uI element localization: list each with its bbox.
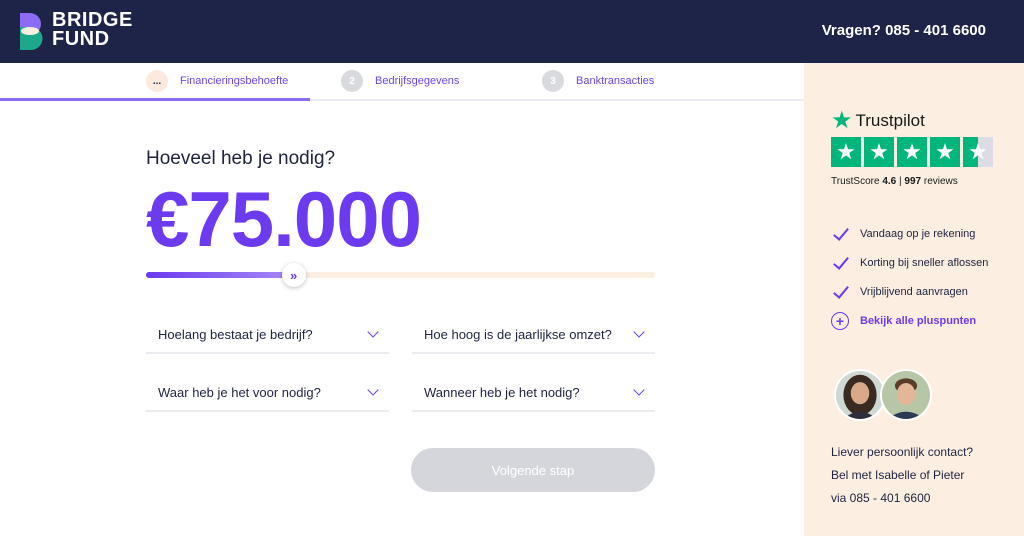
perk-item: Vrijblijvend aanvragen bbox=[831, 283, 1021, 301]
step-financieringsbehoefte[interactable]: ... Financieringsbehoefte bbox=[146, 70, 288, 92]
timing-select[interactable]: Wanneer heb je het nodig? bbox=[412, 374, 655, 412]
next-step-button[interactable]: Volgende stap bbox=[411, 448, 655, 492]
amount-value[interactable]: €75.000 bbox=[146, 176, 422, 262]
select-label: Waar heb je het voor nodig? bbox=[158, 384, 321, 400]
star-icon: ★ bbox=[897, 137, 927, 167]
sidebar: ★ Trustpilot ★ ★ ★ ★ ★ TrustScore 4.6 | … bbox=[804, 63, 1024, 536]
perk-item: Vandaag op je rekening bbox=[831, 225, 1021, 243]
trustpilot-star-icon: ★ bbox=[831, 107, 853, 134]
perk-label: Korting bij sneller aflossen bbox=[860, 257, 989, 269]
trustpilot-logo[interactable]: ★ Trustpilot bbox=[831, 109, 925, 133]
step-badge: 3 bbox=[542, 70, 564, 92]
star-icon: ★ bbox=[831, 137, 861, 167]
purpose-select[interactable]: Waar heb je het voor nodig? bbox=[146, 374, 389, 412]
step-badge: 2 bbox=[341, 70, 363, 92]
logo-text: BRIDGE FUND bbox=[52, 10, 133, 50]
star-icon: ★ bbox=[864, 137, 894, 167]
trustpilot-rating-stars: ★ ★ ★ ★ ★ bbox=[831, 137, 996, 167]
reviews-label: reviews bbox=[923, 176, 958, 187]
step-banktransacties[interactable]: 3 Banktransacties bbox=[542, 70, 654, 92]
avatar-pieter bbox=[880, 369, 932, 421]
bridgefund-logo[interactable]: BRIDGE FUND bbox=[18, 10, 132, 51]
contact-line-phone[interactable]: via 085 - 401 6600 bbox=[831, 487, 973, 510]
contact-line: Bel met Isabelle of Pieter bbox=[831, 468, 965, 482]
half-star-icon: ★ bbox=[963, 137, 993, 167]
amount-question: Hoeveel heb je nodig? bbox=[146, 148, 336, 169]
step-label: Bedrijfsgegevens bbox=[375, 75, 460, 87]
chevron-down-icon bbox=[633, 326, 645, 338]
check-icon bbox=[831, 254, 849, 272]
trustscore-value: 4.6 bbox=[882, 176, 897, 187]
chevron-down-icon bbox=[633, 384, 645, 396]
slider-handle[interactable]: » bbox=[281, 263, 306, 287]
avatar-isabelle bbox=[834, 369, 886, 421]
advisor-avatars bbox=[834, 369, 934, 423]
top-header: BRIDGE FUND Vragen? 085 - 401 6600 bbox=[0, 0, 1024, 63]
check-icon bbox=[831, 225, 849, 243]
trustpilot-name: Trustpilot bbox=[855, 111, 925, 130]
stepper-progress-bar bbox=[0, 98, 310, 101]
progress-stepper: ... Financieringsbehoefte 2 Bedrijfsgege… bbox=[0, 63, 804, 101]
reviews-count: 997 bbox=[904, 176, 922, 187]
chevron-down-icon bbox=[367, 326, 379, 338]
check-icon bbox=[831, 283, 849, 301]
contact-line: Liever persoonlijk contact? bbox=[831, 445, 974, 459]
amount-slider[interactable]: » bbox=[146, 263, 655, 287]
logo-line-2: FUND bbox=[52, 28, 110, 50]
step-label: Financieringsbehoefte bbox=[180, 75, 289, 87]
trustscore-text: TrustScore 4.6 | 997 reviews bbox=[831, 176, 958, 187]
annual-revenue-select[interactable]: Hoe hoog is de jaarlijkse omzet? bbox=[412, 316, 655, 354]
perk-label: Vandaag op je rekening bbox=[860, 228, 976, 240]
logo-mark-icon bbox=[20, 13, 43, 50]
step-label: Banktransacties bbox=[576, 75, 655, 87]
select-label: Hoe hoog is de jaarlijkse omzet? bbox=[424, 326, 612, 342]
perks-link-label: Bekijk alle pluspunten bbox=[860, 315, 977, 327]
double-chevron-right-icon: » bbox=[289, 267, 298, 283]
trustscore-label: TrustScore bbox=[831, 176, 880, 187]
step-bedrijfsgegevens[interactable]: 2 Bedrijfsgegevens bbox=[341, 70, 459, 92]
step-badge: ... bbox=[146, 70, 168, 92]
perk-item: Korting bij sneller aflossen bbox=[831, 254, 1021, 272]
company-age-select[interactable]: Hoelang bestaat je bedrijf? bbox=[146, 316, 389, 354]
select-label: Wanneer heb je het nodig? bbox=[424, 384, 580, 400]
chevron-down-icon bbox=[367, 384, 379, 396]
select-label: Hoelang bestaat je bedrijf? bbox=[158, 326, 313, 342]
view-all-perks-link[interactable]: + Bekijk alle pluspunten bbox=[831, 312, 1021, 330]
header-phone-link[interactable]: Vragen? 085 - 401 6600 bbox=[822, 22, 986, 39]
slider-fill bbox=[146, 272, 294, 278]
perk-label: Vrijblijvend aanvragen bbox=[860, 286, 968, 298]
personal-contact-text: Liever persoonlijk contact? Bel met Isab… bbox=[831, 441, 973, 510]
star-icon: ★ bbox=[930, 137, 960, 167]
plus-circle-icon: + bbox=[831, 312, 849, 330]
trustscore-separator: | bbox=[899, 176, 902, 187]
